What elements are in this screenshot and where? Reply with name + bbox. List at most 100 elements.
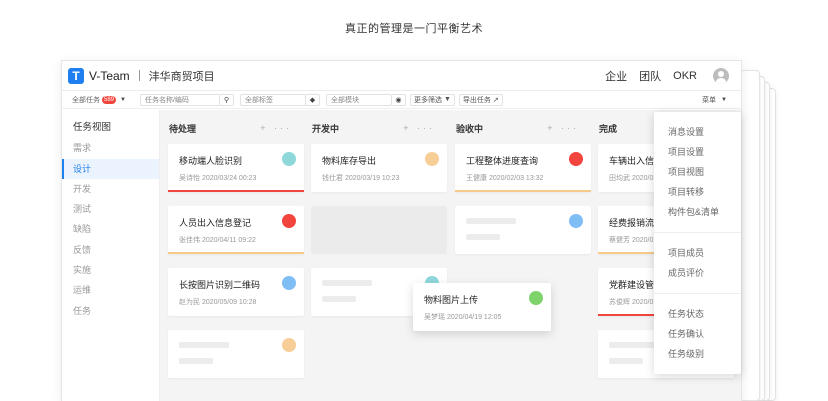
task-card[interactable]: 工程整体进度查询 王健康 2020/02/03 13:32 — [455, 144, 591, 192]
title-divider — [138, 70, 140, 81]
card-title: 经费报销流 — [609, 218, 655, 228]
menu-item-component-package[interactable]: 构件包&清单 — [668, 205, 719, 218]
menu-item-member-review[interactable]: 成员评价 — [668, 266, 704, 279]
card-meta: 蔡健芳 2020/0 — [609, 237, 654, 244]
priority-bar — [455, 190, 591, 192]
placeholder-line — [179, 358, 213, 364]
column-add-more-icon[interactable]: + ··· — [403, 123, 435, 133]
task-card[interactable]: 物料库存导出 钱仕君 2020/03/19 10:23 — [311, 144, 447, 192]
sidebar-heading: 任务视图 — [73, 122, 112, 133]
app-logo-icon[interactable]: T — [68, 67, 84, 84]
task-count-badge: 589 — [102, 95, 117, 104]
sidebar-item-defects[interactable]: 缺陷 — [62, 219, 159, 239]
filter-icon: ▼ — [443, 96, 451, 103]
priority-bar — [168, 252, 304, 254]
card-title: 党群建设管 — [609, 280, 655, 290]
menu-item-task-level[interactable]: 任务级别 — [668, 347, 704, 360]
placeholder-line — [466, 218, 516, 224]
tag-icon[interactable]: ◆ — [305, 93, 320, 106]
tag-filter[interactable]: 全部标签 — [239, 93, 306, 106]
column-header: 待处理 + ··· — [160, 118, 298, 138]
column-title: 开发中 — [312, 123, 340, 134]
nav-team[interactable]: 团队 — [639, 68, 661, 84]
task-name-input[interactable]: 任务名称/编码 — [139, 93, 220, 106]
assignee-avatar-icon — [529, 291, 543, 305]
placeholder-line — [179, 342, 229, 348]
export-tasks-label: 导出任务 — [462, 96, 491, 104]
export-icon: ↗ — [492, 96, 499, 104]
placeholder-line — [466, 234, 500, 240]
menu-item-task-confirm[interactable]: 任务确认 — [668, 327, 704, 340]
sidebar-item-development[interactable]: 开发 — [62, 179, 159, 199]
app-name: V-Team — [89, 68, 130, 83]
placeholder-line — [322, 296, 356, 302]
card-title: 物料库存导出 — [322, 156, 377, 166]
card-meta: 钱仕君 2020/03/19 10:23 — [322, 175, 400, 182]
column-title: 待处理 — [169, 123, 197, 134]
column-title: 完成 — [599, 123, 618, 134]
menu-item-message-settings[interactable]: 消息设置 — [668, 125, 704, 138]
card-meta: 吴诗怡 2020/03/24 00:23 — [179, 175, 257, 182]
menu-item-project-view[interactable]: 项目视图 — [668, 165, 704, 178]
placeholder-line — [322, 280, 372, 286]
sidebar-item-testing[interactable]: 测试 — [62, 199, 159, 219]
task-card[interactable]: 人员出入信息登记 张佳伟 2020/04/11 09:22 — [168, 206, 304, 254]
menu-item-project-transfer[interactable]: 项目转移 — [668, 185, 704, 198]
module-filter[interactable]: 全部模块 — [325, 93, 392, 106]
all-tasks-dropdown[interactable]: 全部任务 589 ▼ — [72, 95, 126, 105]
dragging-task-card[interactable]: 物料图片上传 吴梦瑶 2020/04/19 12:05 — [413, 283, 551, 331]
assignee-avatar-icon — [425, 152, 439, 166]
column-title: 验收中 — [456, 123, 484, 134]
more-filters-label: 更多筛选 — [413, 96, 442, 104]
export-tasks-button[interactable]: 导出任务 ↗ — [458, 93, 503, 106]
card-meta: 张佳伟 2020/04/11 09:22 — [179, 237, 256, 244]
menu-divider — [654, 232, 741, 233]
caret-down-icon: ▼ — [120, 96, 126, 103]
card-title: 移动端人脸识别 — [179, 156, 243, 166]
sidebar-item-operations[interactable]: 运维 — [62, 280, 159, 300]
search-icon[interactable]: ⚲ — [219, 93, 234, 106]
tagline: 真正的管理是一门平衡艺术 — [345, 23, 483, 35]
column-add-more-icon[interactable]: + ··· — [547, 123, 579, 133]
sidebar-item-feedback[interactable]: 反馈 — [62, 240, 159, 260]
more-filters-button[interactable]: 更多筛选 ▼ — [409, 93, 455, 106]
assignee-avatar-icon — [569, 214, 583, 228]
task-card[interactable]: 移动端人脸识别 吴诗怡 2020/03/24 00:23 — [168, 144, 304, 192]
column-header: 开发中 + ··· — [303, 118, 441, 138]
card-meta: 王健康 2020/02/03 13:32 — [466, 175, 544, 182]
sidebar-item-implementation[interactable]: 实施 — [62, 260, 159, 280]
top-bar: T V-Team 沣华商贸项目 企业 团队 OKR — [62, 61, 741, 91]
assignee-avatar-icon — [282, 276, 296, 290]
menu-divider — [654, 293, 741, 294]
menu-toggle[interactable]: 菜单 ▼ — [702, 95, 727, 105]
placeholder-line — [609, 342, 659, 348]
assignee-avatar-icon — [569, 152, 583, 166]
sidebar-item-tasks[interactable]: 任务 — [62, 301, 159, 321]
menu-item-task-status[interactable]: 任务状态 — [668, 307, 704, 320]
nav-okr[interactable]: OKR — [673, 70, 697, 82]
placeholder-card — [168, 330, 304, 378]
card-title: 物料图片上传 — [424, 295, 479, 305]
card-title: 长按图片识别二维码 — [179, 280, 261, 290]
column-add-more-icon[interactable]: + ··· — [260, 123, 292, 133]
sidebar-item-design[interactable]: 设计 — [62, 158, 159, 179]
sidebar-item-requirements[interactable]: 需求 — [62, 138, 159, 158]
assignee-avatar-icon — [282, 214, 296, 228]
filter-bar: 全部任务 589 ▼ 任务名称/编码 ⚲ 全部标签 ◆ 全部模块 ◉ 更多筛选 … — [62, 91, 741, 109]
menu-label: 菜单 — [702, 96, 717, 104]
settings-menu: 消息设置 项目设置 项目视图 项目转移 构件包&清单 项目成员 成员评价 任务状… — [654, 112, 741, 374]
card-meta: 赵为民 2020/05/09 10:28 — [179, 299, 257, 306]
caret-down-icon: ▼ — [721, 96, 727, 103]
menu-item-project-members[interactable]: 项目成员 — [668, 246, 704, 259]
card-meta: 田均武 2020/0 — [609, 175, 654, 182]
user-avatar-icon[interactable] — [713, 67, 729, 84]
project-name[interactable]: 沣华商贸项目 — [149, 68, 215, 84]
nav-enterprise[interactable]: 企业 — [605, 68, 627, 84]
column-in-development: 开发中 + ··· 物料库存导出 钱仕君 2020/03/19 10:23 — [303, 110, 447, 401]
column-pending: 待处理 + ··· 移动端人脸识别 吴诗怡 2020/03/24 00:23 人… — [160, 110, 304, 401]
placeholder-line — [609, 358, 643, 364]
menu-item-project-settings[interactable]: 项目设置 — [668, 145, 704, 158]
task-card[interactable]: 长按图片识别二维码 赵为民 2020/05/09 10:28 — [168, 268, 304, 316]
modules-icon[interactable]: ◉ — [391, 93, 406, 106]
tag-filter-label: 全部标签 — [244, 96, 273, 104]
